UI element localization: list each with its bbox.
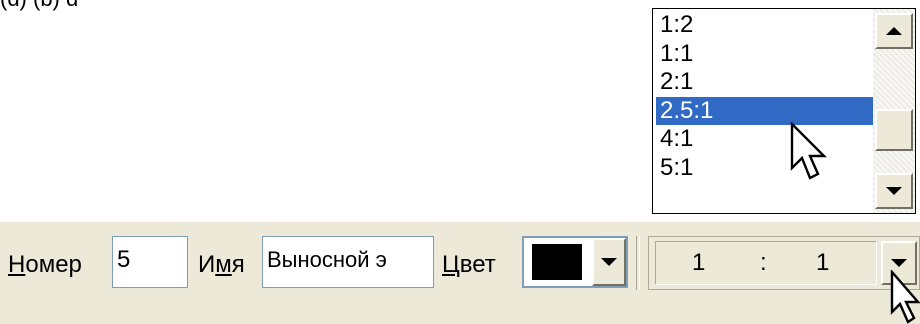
number-label: Номер [8,251,82,278]
scroll-up-button[interactable] [875,13,913,49]
list-item-5-1[interactable]: 5:1 [656,154,874,183]
chevron-down-icon [601,258,617,266]
color-label: Цвет [442,251,496,278]
triangle-down-icon [886,187,902,195]
toolbar-separator [636,236,640,290]
vertical-scrollbar[interactable] [873,9,915,213]
list-item-4-1[interactable]: 4:1 [656,125,874,154]
list-item-1-2[interactable]: 1:2 [656,11,874,40]
list-item-2-1[interactable]: 2:1 [656,68,874,97]
mouse-pointer-icon [890,270,920,324]
list-item-1-1[interactable]: 1:1 [656,40,874,69]
properties-toolbar: Номер 5 Имя Выносной э Цвет 1 : 1 [0,222,920,324]
scale-dropdown-list[interactable]: 1:2 1:1 2:1 2.5:1 4:1 5:1 [652,8,916,214]
color-picker[interactable] [522,236,628,288]
scale-right-value: 1 [816,249,830,276]
scrollbar-thumb[interactable] [875,109,913,151]
top-text-fragment: (ɑ) (ƀ) ɑ [0,0,78,12]
scale-combobox[interactable]: 1 : 1 [648,236,920,290]
name-input[interactable]: Выносной э [262,236,434,288]
scroll-down-button[interactable] [875,173,913,209]
scale-value-field: 1 : 1 [655,241,877,285]
list-item-2-5-1-selected[interactable]: 2.5:1 [656,96,874,125]
name-label: Имя [198,251,245,278]
scale-left-value: 1 [692,249,706,276]
mouse-pointer-icon [790,122,827,180]
scale-separator: : [760,249,767,276]
triangle-up-icon [886,27,902,35]
number-input[interactable]: 5 [112,236,188,288]
color-swatch [532,244,582,280]
chevron-down-icon [891,259,907,267]
list-items: 1:2 1:1 2:1 2.5:1 4:1 5:1 [656,11,874,211]
color-dropdown-button[interactable] [592,238,626,286]
